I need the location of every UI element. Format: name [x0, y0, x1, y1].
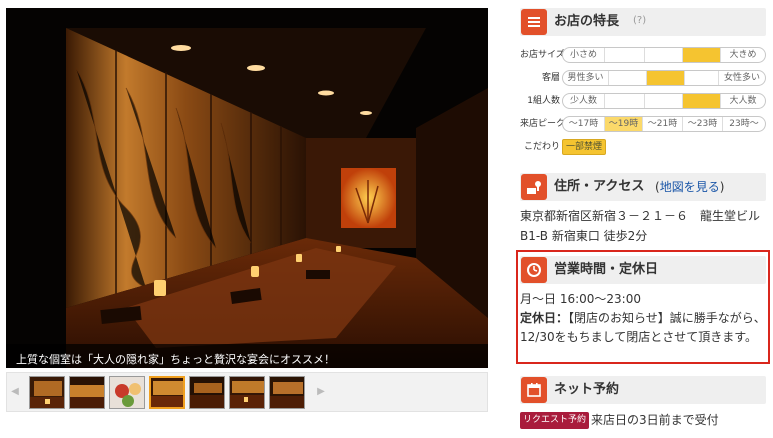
peak-slot: 〜17時	[563, 117, 605, 131]
meter-segment	[609, 71, 647, 85]
thumbnail-3[interactable]	[109, 376, 145, 409]
group-size-meter: 少人数 大人数	[562, 93, 766, 109]
meter-segment-active	[683, 94, 721, 108]
thumbnail-6[interactable]	[229, 376, 265, 409]
reservation-note: 来店日の3日前まで受付	[591, 413, 719, 427]
thumbnail-4-selected[interactable]	[149, 376, 185, 409]
calendar-icon	[521, 377, 547, 403]
feature-row-kodawari: こだわり 一部禁煙	[520, 139, 766, 155]
size-meter: 小さめ 大きめ	[562, 47, 766, 63]
feature-label: お店サイズ	[520, 50, 565, 60]
request-reservation-badge[interactable]: リクエスト予約	[520, 412, 590, 429]
hours-info: 月～日 16:00～23:00 定休日：【閉店のお知らせ】誠に勝手ながら、12/…	[520, 290, 766, 347]
meter-segment	[605, 94, 645, 108]
map-link: (地図を見る)	[655, 180, 725, 194]
peak-slot-active: 〜19時	[605, 117, 643, 131]
list-icon	[521, 9, 547, 35]
features-title: お店の特長	[554, 14, 620, 29]
meter-segment	[645, 94, 683, 108]
thumbnail-1[interactable]	[29, 376, 65, 409]
hours-header: 営業時間・定休日	[520, 256, 766, 284]
thumbnail-7[interactable]	[269, 376, 305, 409]
feature-row-group-size: 1組人数 少人数 大人数	[520, 93, 766, 109]
map-pin-icon	[521, 174, 547, 200]
help-link[interactable]: (?)	[633, 15, 646, 26]
feature-label: こだわり	[523, 142, 560, 152]
triangle-left-icon[interactable]: ◀	[7, 373, 23, 411]
map-link-text[interactable]: 地図を見る	[660, 180, 720, 194]
meter-left-label: 男性多い	[563, 71, 609, 85]
peak-slot: 〜21時	[643, 117, 683, 131]
feature-label: 来店ピーク	[520, 119, 566, 129]
closed-days: 定休日：【閉店のお知らせ】誠に勝手ながら、12/30をもちまして閉店とさせて頂き…	[520, 309, 766, 347]
address-line-1: 東京都新宿区新宿３－２１－６ 龍生堂ビル	[520, 209, 761, 223]
peak-slot: 〜23時	[683, 117, 723, 131]
meter-left-label: 小さめ	[563, 48, 605, 62]
restaurant-room-image	[6, 8, 488, 368]
thumbnail-strip: ◀ ▶	[6, 372, 488, 412]
reservation-header: ネット予約	[520, 376, 766, 404]
meter-right-label: 大人数	[729, 96, 757, 106]
feature-row-size: お店サイズ 小さめ 大きめ	[520, 47, 766, 63]
main-photo: 上質な個室は「大人の隠れ家」ちょっと贅沢な宴会にオススメ！	[6, 8, 488, 368]
access-title: 住所・アクセス	[554, 179, 645, 194]
feature-label: 客層	[541, 73, 560, 83]
peak-meter: 〜17時 〜19時 〜21時 〜23時 23時〜	[562, 116, 766, 132]
meter-segment	[645, 48, 683, 62]
hours-title: 営業時間・定休日	[554, 262, 659, 277]
meter-segment-active	[683, 48, 721, 62]
meter-segment-active	[647, 71, 685, 85]
peak-slot: 23時〜	[729, 119, 759, 129]
feature-row-customers: 客層 男性多い 女性多い	[520, 70, 766, 86]
meter-segment	[685, 71, 719, 85]
thumbnail-5[interactable]	[189, 376, 225, 409]
address: 東京都新宿区新宿３－２１－６ 龍生堂ビル B1-B 新宿東口 徒歩2分	[520, 206, 768, 246]
closed-label: 定休日：	[520, 311, 569, 325]
triangle-right-icon[interactable]: ▶	[313, 373, 329, 411]
clock-icon	[521, 257, 547, 283]
meter-segment	[605, 48, 645, 62]
kodawari-tag: 一部禁煙	[562, 139, 607, 155]
meter-right-label: 大きめ	[729, 50, 757, 60]
access-header: 住所・アクセス (地図を見る)	[520, 173, 766, 201]
feature-label: 1組人数	[527, 96, 560, 106]
reservation-title: ネット予約	[554, 382, 620, 397]
thumbnail-2[interactable]	[69, 376, 105, 409]
business-hours: 月～日 16:00～23:00	[520, 292, 641, 306]
feature-row-peak: 来店ピーク 〜17時 〜19時 〜21時 〜23時 23時〜	[520, 116, 766, 132]
address-line-2: B1-B 新宿東口 徒歩2分	[520, 229, 648, 243]
features-header: お店の特長 (?)	[520, 8, 766, 36]
meter-left-label: 少人数	[563, 94, 605, 108]
photo-caption: 上質な個室は「大人の隠れ家」ちょっと贅沢な宴会にオススメ！	[6, 344, 488, 368]
meter-right-label: 女性多い	[723, 73, 760, 83]
customers-meter: 男性多い 女性多い	[562, 70, 766, 86]
